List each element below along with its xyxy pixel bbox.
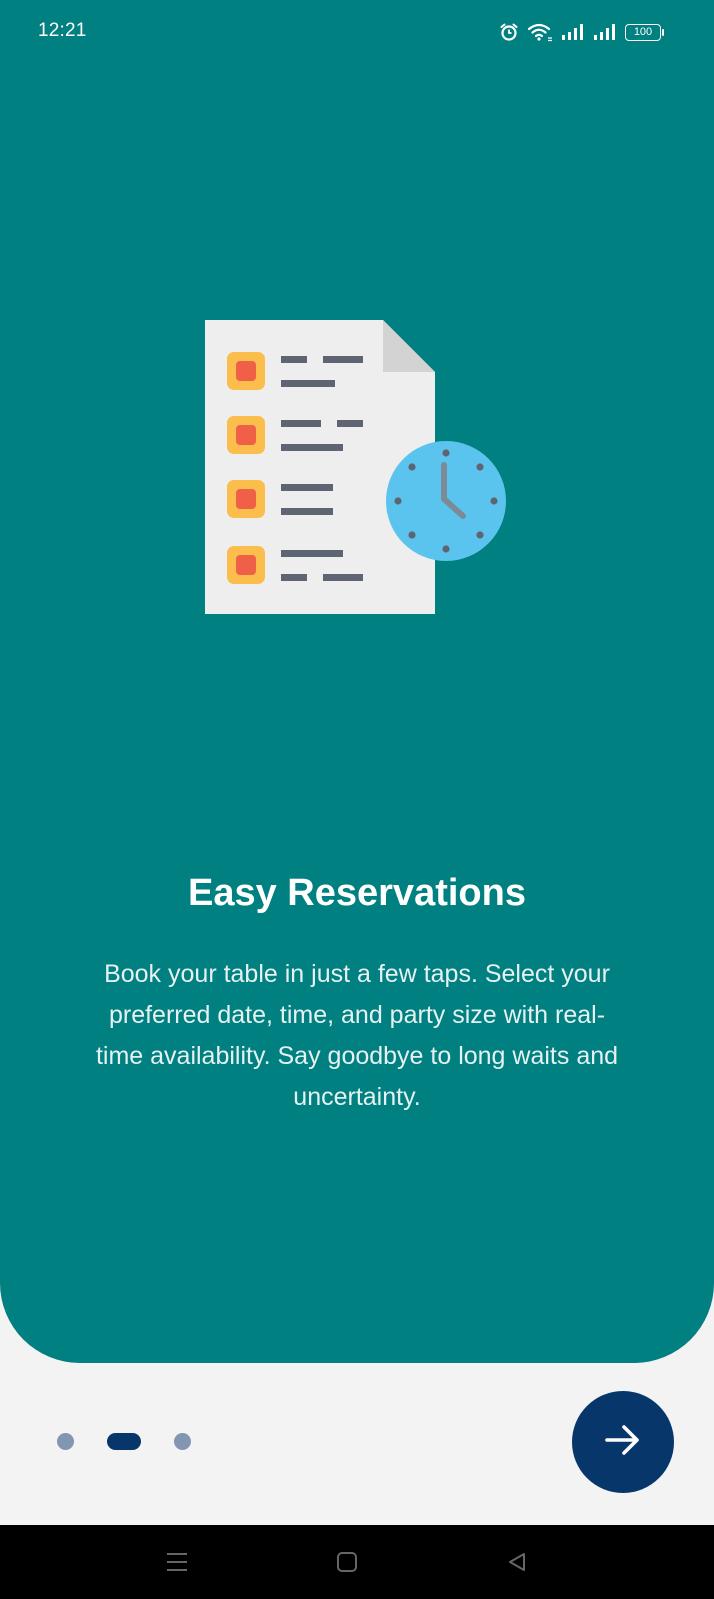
onboarding-title: Easy Reservations	[188, 872, 526, 914]
home-icon[interactable]	[332, 1547, 362, 1577]
status-icons: 100	[499, 20, 664, 44]
back-icon[interactable]	[502, 1547, 532, 1577]
reservation-list-clock-icon	[205, 318, 507, 616]
page-indicator	[57, 1432, 191, 1450]
signal-icon	[561, 23, 585, 41]
page-dot[interactable]	[174, 1432, 191, 1450]
arrow-right-icon	[603, 1420, 643, 1465]
menu-icon[interactable]	[162, 1547, 192, 1577]
alarm-icon	[499, 22, 519, 42]
page-dot-active[interactable]	[107, 1432, 141, 1450]
battery-level: 100	[625, 23, 661, 41]
signal-icon	[593, 23, 617, 41]
next-button[interactable]	[572, 1391, 674, 1493]
status-time: 12:21	[38, 20, 87, 41]
onboarding-hero: 12:21 100 Easy Reservations Book your ta…	[0, 0, 714, 1363]
battery-icon: 100	[625, 23, 664, 41]
page-dot[interactable]	[57, 1432, 74, 1450]
wifi-icon	[527, 22, 553, 42]
status-bar: 12:21 100	[0, 0, 714, 64]
system-navigation-bar	[0, 1525, 714, 1599]
onboarding-description: Book your table in just a few taps. Sele…	[95, 960, 619, 1111]
